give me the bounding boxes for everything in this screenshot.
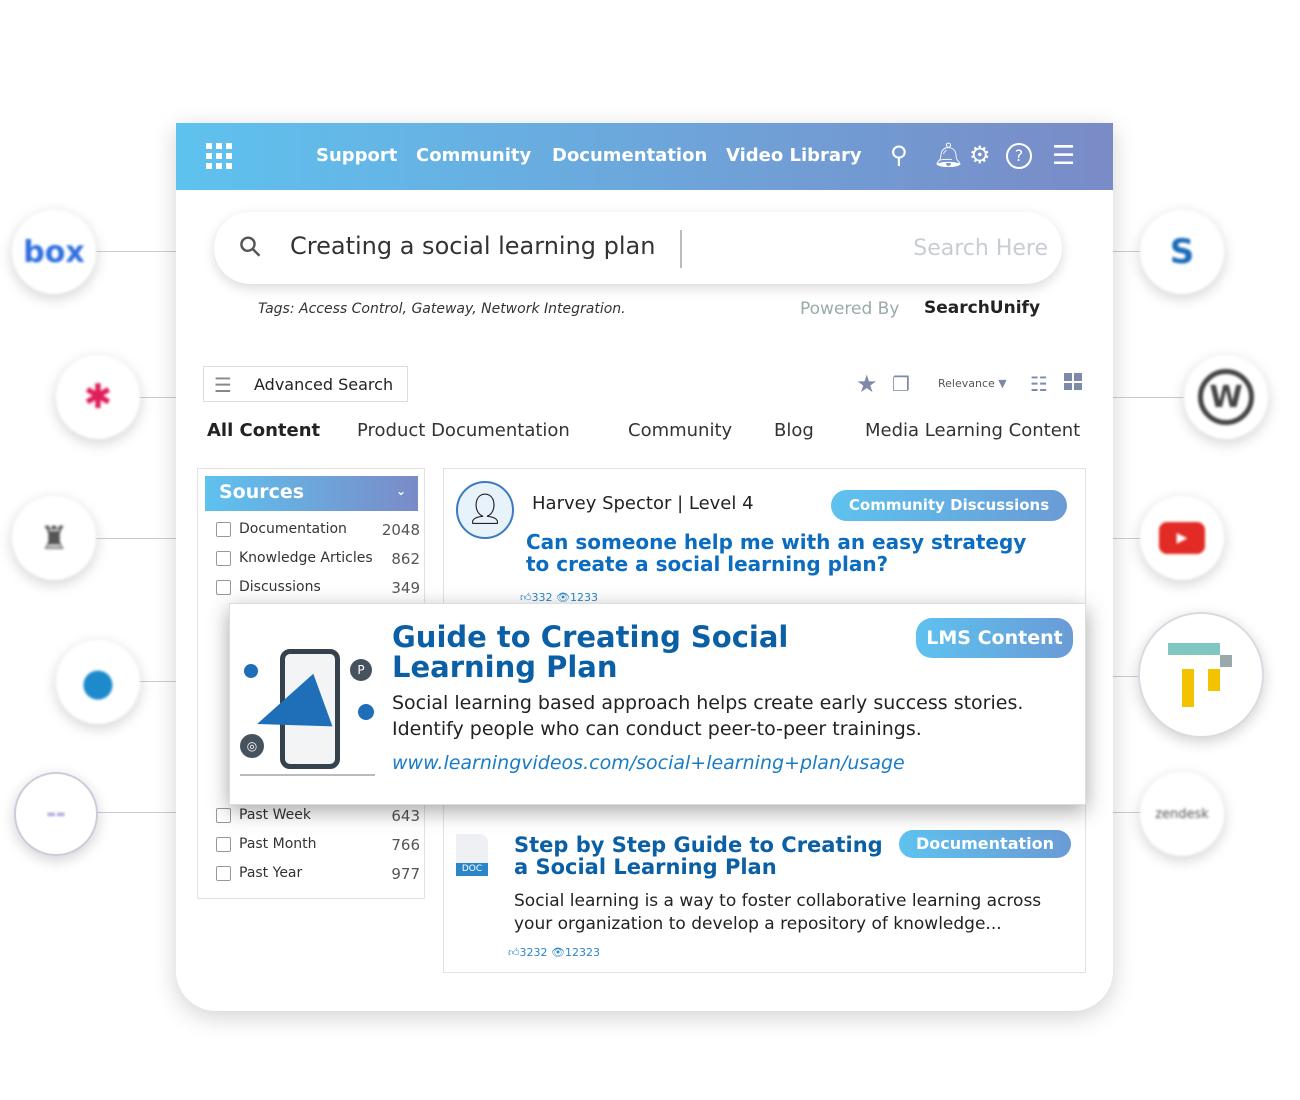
checkbox[interactable] xyxy=(216,807,231,823)
integration-5-logo: ▬▬ xyxy=(14,772,98,856)
wordpress-logo: W xyxy=(1184,355,1268,439)
eye-icon: 👁︎ xyxy=(551,946,565,959)
text-cursor xyxy=(680,230,682,268)
advanced-search-button[interactable]: ☰ Advanced Search xyxy=(203,366,408,402)
filter-discussions[interactable]: Discussions 349 xyxy=(216,579,420,597)
checkbox[interactable] xyxy=(216,865,231,881)
searchunify-brand: SearchUnify xyxy=(924,298,1041,318)
twitter-icon xyxy=(244,664,258,678)
grid-view-icon[interactable] xyxy=(1064,373,1082,390)
author-label: Harvey Spector | Level 4 xyxy=(532,493,754,514)
whatsapp-icon xyxy=(358,704,374,720)
nav-documentation[interactable]: Documentation xyxy=(552,145,707,166)
sources-header[interactable]: Sources ⌄ xyxy=(205,476,418,511)
checkbox[interactable] xyxy=(216,521,231,537)
filter-past-month[interactable]: Past Month 766 xyxy=(216,836,420,854)
badge-documentation: Documentation xyxy=(899,830,1071,858)
t-logo-icon xyxy=(1168,643,1234,707)
filter-past-year[interactable]: Past Year 977 xyxy=(216,865,420,883)
copy-icon[interactable]: ❐ xyxy=(892,372,910,396)
search-tags: Tags: Access Control, Gateway, Network I… xyxy=(258,301,626,317)
box-logo: box xyxy=(12,210,96,294)
sort-dropdown[interactable]: Relevance ▼ xyxy=(938,377,1007,390)
bell-icon[interactable]: 🔔︎ xyxy=(933,141,963,169)
tab-media-learning-content[interactable]: Media Learning Content xyxy=(865,420,1080,441)
badge-community-discussions: Community Discussions xyxy=(831,490,1067,521)
result-card-documentation: DOC Step by Step Guide to Creating a Soc… xyxy=(443,803,1086,973)
search-input[interactable]: Creating a social learning plan xyxy=(290,232,655,260)
megaphone-phone-illustration: ◎ P xyxy=(240,624,375,784)
list-view-icon[interactable]: ☷ xyxy=(1030,372,1048,396)
tab-community[interactable]: Community xyxy=(628,420,732,441)
thumbs-up-icon: 👍︎ xyxy=(508,946,520,959)
result-title[interactable]: Can someone help me with an easy strateg… xyxy=(526,531,1056,575)
nav-video-library[interactable]: Video Library xyxy=(726,145,862,166)
chevron-down-icon: ⌄ xyxy=(395,484,406,498)
filter-documentation[interactable]: Documentation 2048 xyxy=(216,521,420,539)
filter-knowledge-articles[interactable]: Knowledge Articles 862 xyxy=(216,550,420,568)
apps-grid-icon[interactable] xyxy=(206,143,232,169)
result-card-lms-featured: ◎ P Guide to Creating Social Learning Pl… xyxy=(229,603,1086,805)
lms-t-logo xyxy=(1138,612,1264,738)
badge-lms-content: LMS Content xyxy=(916,618,1073,658)
search-placeholder: Search Here xyxy=(913,236,1048,261)
help-icon[interactable]: ? xyxy=(1006,143,1032,169)
gear-icon[interactable]: ⚙ xyxy=(969,141,991,169)
result-card-community: 👤︎ Harvey Spector | Level 4 Community Di… xyxy=(443,468,1086,608)
search-box[interactable]: ⚲ Creating a social learning plan Search… xyxy=(214,212,1062,284)
sharepoint-logo: S xyxy=(1140,210,1224,294)
doc-file-icon: DOC xyxy=(456,834,488,876)
checkbox[interactable] xyxy=(216,579,231,595)
slack-logo: ✱ xyxy=(56,355,140,439)
tab-blog[interactable]: Blog xyxy=(774,420,814,441)
result-description: Social learning is a way to foster colla… xyxy=(514,891,1042,934)
avatar: 👤︎ xyxy=(456,481,514,539)
stats: 👍︎3232 👁︎12323 xyxy=(508,946,600,959)
filter-past-week[interactable]: Past Week 643 xyxy=(216,807,420,825)
top-header: Support Community Documentation Video Li… xyxy=(176,123,1113,190)
powered-by: Powered By xyxy=(800,299,900,319)
instagram-icon: ◎ xyxy=(240,734,264,758)
pinterest-icon: P xyxy=(350,659,372,681)
caret-down-icon: ▼ xyxy=(998,377,1007,390)
integration-3-logo: ♜ xyxy=(12,496,96,580)
menu-icon[interactable]: ☰ xyxy=(1052,141,1075,171)
tab-all-content[interactable]: All Content xyxy=(207,420,320,441)
drupal-logo: ● xyxy=(56,640,140,724)
search-icon[interactable]: ⚲ xyxy=(890,141,908,169)
checkbox[interactable] xyxy=(216,550,231,566)
result-description: Social learning based approach helps cre… xyxy=(392,692,1024,740)
tab-product-documentation[interactable]: Product Documentation xyxy=(357,420,570,441)
result-title[interactable]: Step by Step Guide to Creating a Social … xyxy=(514,834,894,878)
youtube-logo: ▶ xyxy=(1140,496,1224,580)
nav-support[interactable]: Support xyxy=(316,145,397,166)
search-icon: ⚲ xyxy=(231,227,270,266)
search-app-window: Support Community Documentation Video Li… xyxy=(176,123,1113,1011)
nav-community[interactable]: Community xyxy=(416,145,531,166)
zendesk-logo: zendesk xyxy=(1140,772,1224,856)
sliders-icon: ☰ xyxy=(214,373,232,397)
star-icon[interactable]: ★ xyxy=(856,370,878,398)
result-title[interactable]: Guide to Creating Social Learning Plan xyxy=(392,622,912,682)
result-url-link[interactable]: www.learningvideos.com/social+learning+p… xyxy=(392,752,905,774)
checkbox[interactable] xyxy=(216,836,231,852)
